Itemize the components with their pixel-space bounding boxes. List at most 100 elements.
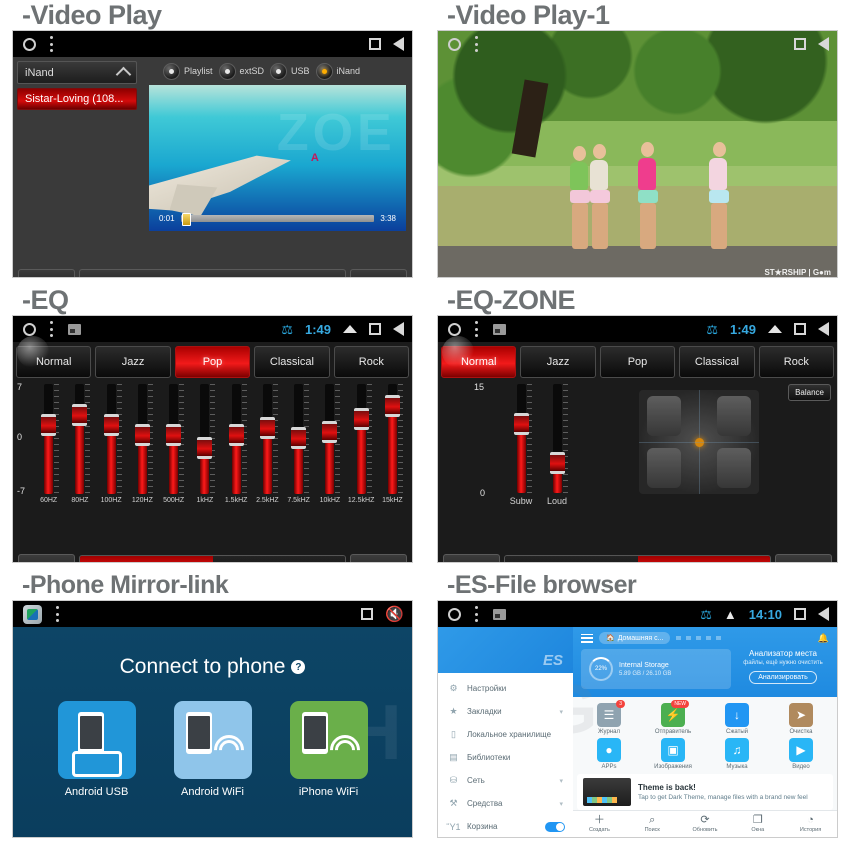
- sidebar-item-star[interactable]: ★ Закладки ▾: [438, 700, 573, 723]
- recents-icon[interactable]: [369, 38, 381, 50]
- home-circle-icon[interactable]: [448, 37, 461, 51]
- eq-band-track[interactable]: [259, 384, 278, 494]
- bottom-nav-Обновить[interactable]: ⟳ Обновить: [679, 815, 732, 834]
- mirror-app-icon[interactable]: [23, 604, 42, 624]
- overflow-menu-icon[interactable]: [50, 321, 54, 337]
- back-nav-icon[interactable]: [818, 37, 829, 51]
- zone-slider-track[interactable]: [549, 384, 568, 493]
- recents-icon[interactable]: [794, 38, 806, 50]
- eq-band-handle[interactable]: [103, 414, 119, 436]
- preset-normal[interactable]: Normal: [16, 346, 92, 378]
- eq-band-handle[interactable]: [322, 421, 338, 443]
- eq-band-track[interactable]: [166, 384, 185, 494]
- home-circle-icon[interactable]: [23, 322, 36, 336]
- video-fullscreen-surface[interactable]: ST★RSHIP | G●m: [438, 31, 837, 277]
- sidebar-item-phone[interactable]: ▯ Локальное хранилище: [438, 723, 573, 746]
- back-button[interactable]: ↶: [775, 554, 832, 562]
- tab-eq[interactable]: EQ: [80, 556, 213, 562]
- eq-band-track[interactable]: [322, 384, 341, 494]
- recents-icon[interactable]: [794, 323, 806, 335]
- seek-knob[interactable]: [181, 213, 191, 226]
- preset-normal[interactable]: Normal: [441, 346, 517, 378]
- zone-slider-handle[interactable]: [513, 413, 529, 435]
- eq-band-track[interactable]: [228, 384, 247, 494]
- overflow-menu-icon[interactable]: [475, 606, 479, 622]
- zone-slider[interactable]: Subw: [508, 384, 534, 506]
- eq-band-handle[interactable]: [72, 404, 88, 426]
- back-button[interactable]: ↶: [350, 269, 407, 277]
- overflow-menu-icon[interactable]: [56, 606, 60, 622]
- eq-band-slider[interactable]: 10kHZ: [314, 384, 345, 504]
- source-inand[interactable]: iNand: [315, 62, 360, 80]
- source-usb[interactable]: USB: [270, 62, 310, 80]
- eq-band-track[interactable]: [197, 384, 216, 494]
- eq-band-track[interactable]: [72, 384, 91, 494]
- eq-band-slider[interactable]: 12.5kHZ: [346, 384, 377, 504]
- chevron-down-icon[interactable]: ▾: [559, 777, 563, 785]
- help-icon[interactable]: ?: [291, 660, 306, 674]
- recycle-bin-toggle[interactable]: [545, 821, 565, 832]
- zone-slider[interactable]: Loud: [544, 384, 570, 506]
- eq-band-slider[interactable]: 120HZ: [127, 384, 158, 504]
- video-surface[interactable]: ZOE A 0:01 3:38: [149, 85, 406, 231]
- back-nav-icon[interactable]: [393, 322, 404, 336]
- eq-band-handle[interactable]: [197, 437, 213, 459]
- zone-slider-track[interactable]: [513, 384, 532, 493]
- back-nav-icon[interactable]: [818, 607, 829, 621]
- eq-band-handle[interactable]: [166, 424, 182, 446]
- eq-band-handle[interactable]: [353, 408, 369, 430]
- balance-dot[interactable]: [695, 438, 704, 447]
- source-playlist[interactable]: Playlist: [163, 62, 213, 80]
- overflow-menu-icon[interactable]: [50, 36, 54, 52]
- playlist-item[interactable]: Sistar-Loving (108...: [17, 88, 137, 110]
- preset-classical[interactable]: Classical: [679, 346, 755, 378]
- preset-jazz[interactable]: Jazz: [95, 346, 171, 378]
- eq-band-slider[interactable]: 15kHZ: [377, 384, 408, 504]
- tab-zone[interactable]: ZONE: [637, 556, 770, 562]
- option-iphone-wifi[interactable]: iPhone WiFi: [289, 701, 368, 798]
- storage-card[interactable]: 22% Internal Storage 5.89 GB / 26.10 GB: [581, 649, 731, 689]
- eq-band-slider[interactable]: 7.5kHZ: [283, 384, 314, 504]
- tab-eq[interactable]: EQ: [505, 556, 638, 562]
- preset-pop[interactable]: Pop: [599, 346, 676, 378]
- eq-band-track[interactable]: [291, 384, 310, 494]
- eq-band-slider[interactable]: 1.5kHZ: [221, 384, 252, 504]
- home-button[interactable]: 🏠: [443, 554, 500, 562]
- eq-band-track[interactable]: [134, 384, 153, 494]
- recents-icon[interactable]: [361, 608, 374, 620]
- option-android-wifi[interactable]: Android WiFi: [173, 701, 252, 798]
- eq-band-slider[interactable]: 60HZ: [33, 384, 64, 504]
- back-nav-icon[interactable]: [393, 37, 404, 51]
- theme-banner[interactable]: Theme is back! Tap to get Dark Theme, ma…: [577, 774, 833, 810]
- balance-label[interactable]: Balance: [788, 384, 831, 401]
- mute-icon[interactable]: 🔇: [385, 607, 404, 622]
- bottom-nav-История[interactable]: ◔ История: [784, 815, 837, 834]
- eq-band-handle[interactable]: [228, 424, 244, 446]
- app-tile[interactable]: ▶ Видео: [769, 738, 833, 770]
- eq-band-slider[interactable]: 80HZ: [64, 384, 95, 504]
- menu-icon[interactable]: [581, 633, 593, 643]
- eq-band-track[interactable]: [353, 384, 372, 494]
- chevron-down-icon[interactable]: ▾: [559, 800, 563, 808]
- eq-band-slider[interactable]: 100HZ: [96, 384, 127, 504]
- sidebar-item-wrench[interactable]: ⚒ Средства ▾: [438, 792, 573, 815]
- seek-bar[interactable]: [180, 213, 375, 226]
- home-circle-icon[interactable]: [23, 37, 36, 51]
- app-tile[interactable]: ⚡ NEW Отправитель: [641, 700, 705, 735]
- eq-band-handle[interactable]: [291, 427, 307, 449]
- preset-rock[interactable]: Rock: [333, 346, 410, 378]
- bottom-nav-Создать[interactable]: ＋ Создать: [573, 815, 626, 834]
- eq-band-slider[interactable]: 2.5kHZ: [252, 384, 283, 504]
- back-button[interactable]: ↶: [350, 554, 407, 562]
- tab-zone[interactable]: ZONE: [212, 556, 345, 562]
- overflow-menu-icon[interactable]: [475, 36, 479, 52]
- source-dropdown[interactable]: iNand: [17, 61, 137, 84]
- app-tile[interactable]: ➤ Очистка: [769, 703, 833, 735]
- eq-band-slider[interactable]: 500HZ: [158, 384, 189, 504]
- eq-band-handle[interactable]: [134, 424, 150, 446]
- eq-band-track[interactable]: [103, 384, 122, 494]
- eq-band-track[interactable]: [41, 384, 60, 494]
- preset-rock[interactable]: Rock: [758, 346, 835, 378]
- sidebar-item-network[interactable]: ⛁ Сеть ▾: [438, 769, 573, 792]
- bottom-nav-Окна[interactable]: ❐ Окна: [731, 815, 784, 834]
